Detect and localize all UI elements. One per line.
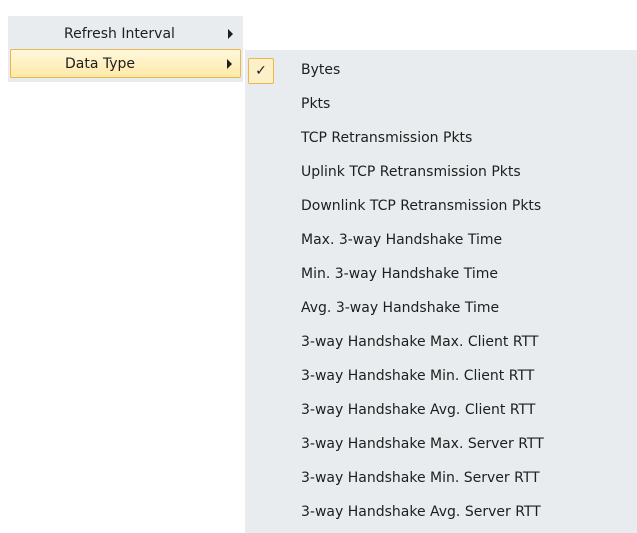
submenu-item[interactable]: Max. 3-way Handshake Time bbox=[245, 225, 637, 254]
submenu-item[interactable]: Uplink TCP Retransmission Pkts bbox=[245, 157, 637, 186]
submenu-item[interactable]: 3-way Handshake Max. Server RTT bbox=[245, 429, 637, 458]
submenu-item[interactable]: Downlink TCP Retransmission Pkts bbox=[245, 191, 637, 220]
submenu-item[interactable]: ✓ Bytes bbox=[245, 55, 637, 84]
submenu-item[interactable]: Pkts bbox=[245, 89, 637, 118]
submenu-item[interactable]: Avg. 3-way Handshake Time bbox=[245, 293, 637, 322]
submenu-item-label: 3-way Handshake Max. Client RTT bbox=[301, 333, 539, 350]
submenu-item[interactable]: TCP Retransmission Pkts bbox=[245, 123, 637, 152]
submenu-item-label: Min. 3-way Handshake Time bbox=[301, 265, 499, 282]
submenu-item-label: 3-way Handshake Avg. Client RTT bbox=[301, 401, 536, 418]
submenu-item-label: Pkts bbox=[301, 95, 331, 112]
submenu-item-label: 3-way Handshake Avg. Server RTT bbox=[301, 503, 541, 520]
submenu-item-label: 3-way Handshake Min. Server RTT bbox=[301, 469, 540, 486]
menu-item-label: Refresh Interval bbox=[64, 25, 175, 42]
submenu-item-label: TCP Retransmission Pkts bbox=[301, 129, 473, 146]
submenu-item-label: 3-way Handshake Max. Server RTT bbox=[301, 435, 544, 452]
submenu-item[interactable]: Min. 3-way Handshake Time bbox=[245, 259, 637, 288]
submenu-item[interactable]: 3-way Handshake Max. Client RTT bbox=[245, 327, 637, 356]
submenu-item[interactable]: 3-way Handshake Avg. Client RTT bbox=[245, 395, 637, 424]
data-type-submenu: ✓ Bytes Pkts TCP Retransmission Pkts Uplink … bbox=[245, 50, 637, 533]
submenu-item[interactable]: 3-way Handshake Min. Server RTT bbox=[245, 463, 637, 492]
menu-item-label: Data Type bbox=[65, 55, 136, 72]
submenu-item[interactable]: 3-way Handshake Min. Client RTT bbox=[245, 361, 637, 390]
submenu-item-label: Bytes bbox=[301, 61, 341, 78]
submenu-item-label: Uplink TCP Retransmission Pkts bbox=[301, 163, 521, 180]
menu-item-data-type[interactable]: Data Type bbox=[10, 49, 241, 78]
submenu-item-label: Downlink TCP Retransmission Pkts bbox=[301, 197, 542, 214]
context-menu: Refresh Interval Data Type bbox=[8, 16, 243, 82]
checkmark-icon: ✓ bbox=[248, 58, 274, 84]
submenu-arrow-icon bbox=[227, 58, 232, 69]
submenu-arrow-icon bbox=[228, 28, 233, 39]
submenu-item-label: Avg. 3-way Handshake Time bbox=[301, 299, 500, 316]
submenu-item-label: Max. 3-way Handshake Time bbox=[301, 231, 503, 248]
submenu-item[interactable]: 3-way Handshake Avg. Server RTT bbox=[245, 497, 637, 526]
submenu-item-label: 3-way Handshake Min. Client RTT bbox=[301, 367, 535, 384]
menu-item-refresh-interval[interactable]: Refresh Interval bbox=[8, 19, 243, 48]
